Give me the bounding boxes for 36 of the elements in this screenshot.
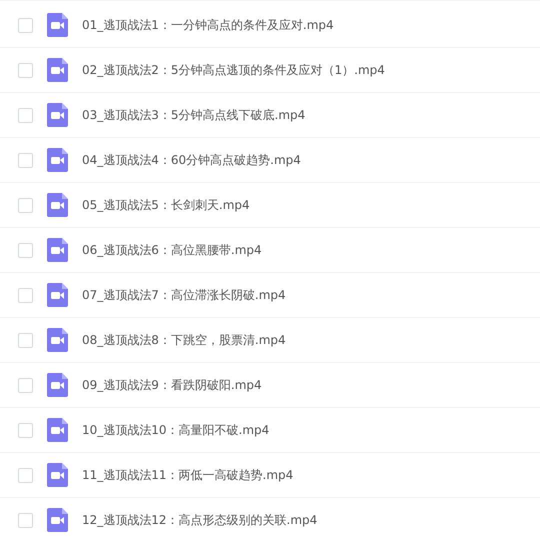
file-name[interactable]: 11_逃顶战法11：两低一高破趋势.mp4 (82, 466, 294, 484)
file-name[interactable]: 06_逃顶战法6：高位黑腰带.mp4 (82, 241, 262, 259)
checkbox[interactable] (18, 512, 33, 528)
file-name[interactable]: 01_逃顶战法1：一分钟高点的条件及应对.mp4 (82, 16, 334, 34)
file-name[interactable]: 03_逃顶战法3：5分钟高点线下破底.mp4 (82, 106, 306, 124)
file-name[interactable]: 04_逃顶战法4：60分钟高点破趋势.mp4 (82, 151, 301, 169)
file-name[interactable]: 08_逃顶战法8：下跳空，股票清.mp4 (82, 331, 286, 349)
video-file-icon (47, 463, 68, 487)
checkbox[interactable] (18, 152, 33, 168)
checkbox[interactable] (18, 18, 33, 32)
file-name[interactable]: 07_逃顶战法7：高位滞涨长阴破.mp4 (82, 286, 286, 304)
checkbox[interactable] (18, 468, 33, 482)
checkbox[interactable] (18, 288, 33, 302)
checkbox[interactable] (18, 198, 33, 212)
checkbox[interactable] (18, 242, 33, 258)
video-file-icon (47, 148, 68, 172)
file-name[interactable]: 12_逃顶战法12：高点形态级别的关联.mp4 (82, 511, 318, 529)
video-file-icon (47, 328, 68, 352)
checkbox[interactable] (18, 378, 33, 392)
video-file-icon (47, 13, 68, 37)
video-file-icon (47, 373, 68, 397)
file-name[interactable]: 02_逃顶战法2：5分钟高点逃顶的条件及应对（1）.mp4 (82, 61, 385, 79)
checkbox[interactable] (18, 422, 33, 438)
video-file-icon (47, 418, 68, 442)
video-file-icon (47, 508, 68, 532)
file-name[interactable]: 05_逃顶战法5：长剑刺天.mp4 (82, 196, 250, 214)
file-name[interactable]: 09_逃顶战法9：看跌阴破阳.mp4 (82, 376, 262, 394)
checkbox[interactable] (18, 332, 33, 348)
checkbox[interactable] (18, 108, 33, 122)
video-file-icon (47, 103, 68, 127)
video-file-icon (47, 238, 68, 262)
video-file-icon (47, 283, 68, 307)
checkbox[interactable] (18, 62, 33, 78)
video-file-icon (47, 193, 68, 217)
video-file-icon (47, 58, 68, 82)
file-name[interactable]: 10_逃顶战法10：高量阳不破.mp4 (82, 421, 270, 439)
